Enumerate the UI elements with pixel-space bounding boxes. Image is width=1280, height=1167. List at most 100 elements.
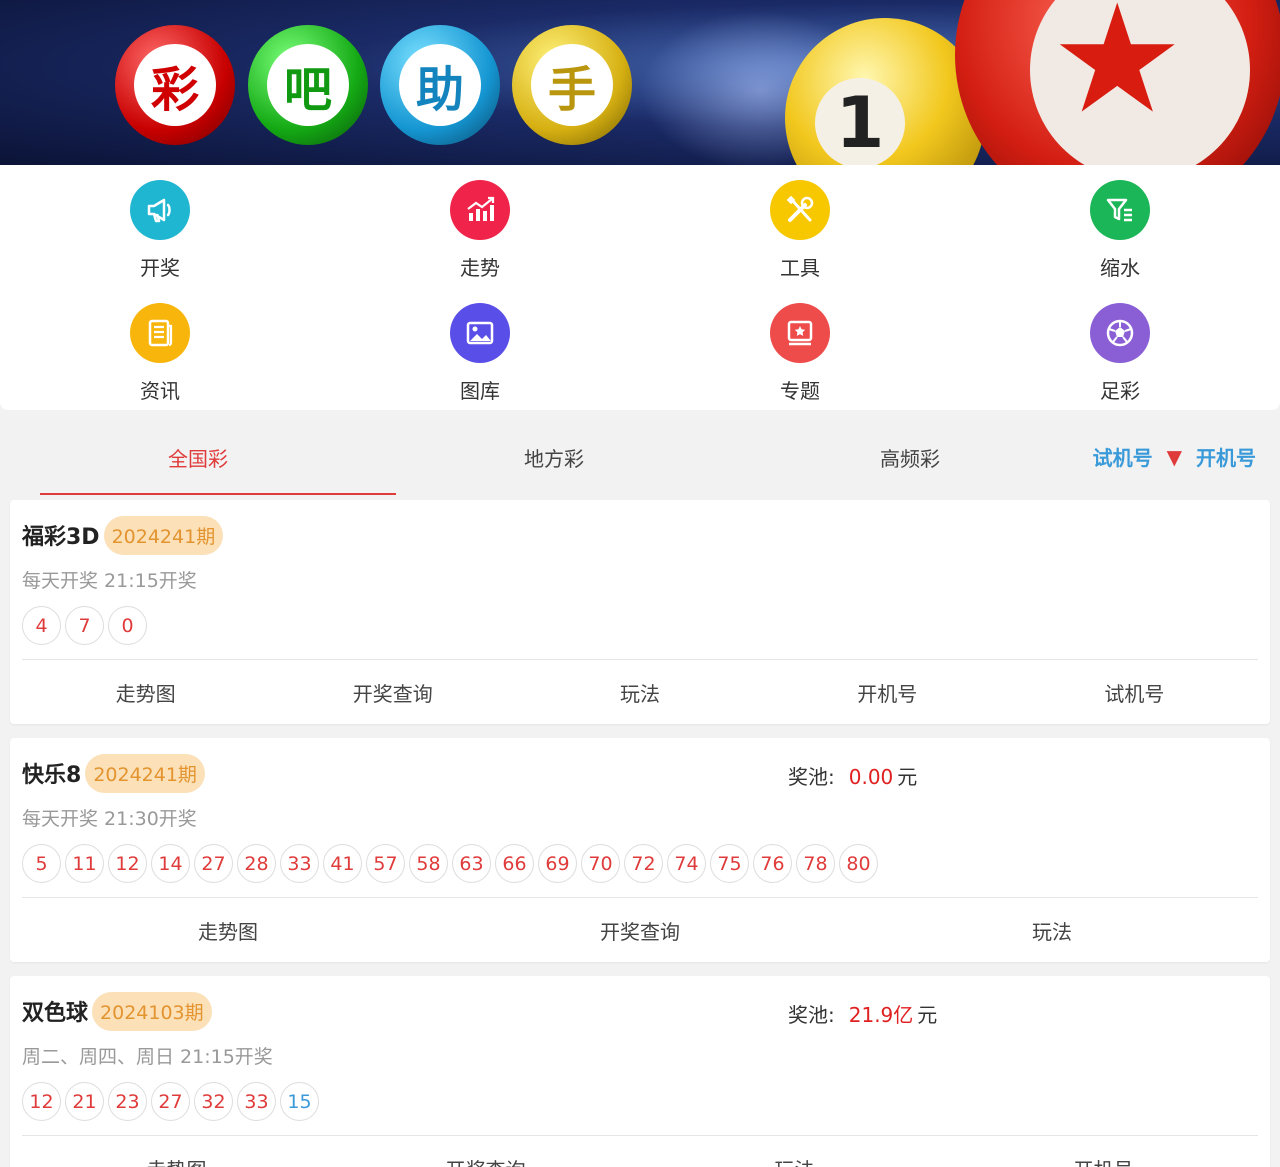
trend-chart-icon	[450, 180, 510, 240]
card-action-link[interactable]: 走势图	[22, 916, 434, 945]
menu-label: 工具	[780, 256, 820, 280]
diamond-icon: ▼	[1166, 444, 1182, 469]
banner-ball-cai-label: 彩	[134, 44, 216, 126]
banner-ball-zhu: 助	[380, 25, 500, 145]
news-icon	[130, 303, 190, 363]
red-number-ball: 11	[65, 844, 104, 883]
red-number-ball: 58	[409, 844, 448, 883]
number-balls: 12 21 23 27 32 33 15	[22, 1082, 1258, 1122]
menu-label: 缩水	[1100, 256, 1140, 280]
card-action-link[interactable]: 试机号	[1011, 678, 1258, 707]
open-number-link[interactable]: 开机号	[1196, 442, 1256, 471]
menu-label: 走势	[460, 256, 500, 280]
trial-number-link[interactable]: 试机号	[1093, 442, 1153, 471]
banner-red-ball: ★	[955, 0, 1280, 165]
menu-item-zhuanti[interactable]: 专题	[640, 303, 960, 425]
red-number-ball: 57	[366, 844, 405, 883]
gallery-icon	[450, 303, 510, 363]
red-number-ball: 75	[710, 844, 749, 883]
red-number-ball: 80	[839, 844, 878, 883]
banner-ball-ba: 吧	[248, 25, 368, 145]
red-number-ball: 74	[667, 844, 706, 883]
football-icon	[1090, 303, 1150, 363]
red-number-ball: 69	[538, 844, 577, 883]
lottery-name: 快乐8	[22, 763, 82, 788]
menu-label: 资讯	[140, 379, 180, 403]
prize-pool-amount: 0.00	[848, 765, 894, 789]
card-action-link[interactable]: 玩法	[640, 1154, 949, 1167]
red-number-ball: 12	[108, 844, 147, 883]
red-number-ball: 23	[108, 1082, 147, 1121]
red-number-ball: 33	[280, 844, 319, 883]
red-number-ball: 72	[624, 844, 663, 883]
blue-number-ball: 15	[280, 1082, 319, 1121]
quick-menu: 开奖 走势 工具 缩水 资讯 图库 专题 足彩	[0, 165, 1280, 410]
card-action-link[interactable]: 开奖查询	[269, 678, 516, 707]
card-action-link[interactable]: 开奖查询	[434, 916, 846, 945]
menu-item-gongju[interactable]: 工具	[640, 180, 960, 303]
prize-pool-unit: 元	[917, 1003, 938, 1027]
topic-icon	[770, 303, 830, 363]
lottery-tabs: 全国彩 地方彩 高频彩 试机号 ▼ 开机号	[0, 410, 1280, 500]
red-number-ball: 12	[22, 1082, 61, 1121]
lottery-name: 福彩3D	[22, 525, 100, 550]
menu-item-suoshui[interactable]: 缩水	[960, 180, 1280, 303]
card-action-link[interactable]: 开奖查询	[331, 1154, 640, 1167]
tab-national[interactable]: 全国彩	[0, 410, 376, 490]
draw-time: 每天开奖 21:30开奖	[22, 808, 197, 830]
card-action-link[interactable]: 走势图	[22, 678, 269, 707]
menu-item-tuku[interactable]: 图库	[320, 303, 640, 425]
lottery-name: 双色球	[22, 1001, 89, 1026]
top-banner: 彩 吧 助 手 1 ★	[0, 0, 1280, 165]
red-number-ball: 32	[194, 1082, 233, 1121]
number-balls: 5 11 12 14 27 28 33 41 57 58 63 66 69 70 72 74 75 76 78 80	[22, 844, 1258, 884]
red-number-ball: 63	[452, 844, 491, 883]
prize-pool-label: 奖池:	[788, 1003, 835, 1027]
menu-item-kaijiang[interactable]: 开奖	[0, 180, 320, 303]
red-number-ball: 28	[237, 844, 276, 883]
tab-local[interactable]: 地方彩	[376, 410, 732, 490]
menu-item-zoushi[interactable]: 走势	[320, 180, 640, 303]
prize-pool-unit: 元	[897, 765, 918, 789]
menu-item-zucai[interactable]: 足彩	[960, 303, 1280, 425]
menu-label: 专题	[780, 379, 820, 403]
issue-badge: 2024103期	[92, 991, 212, 1031]
draw-time: 周二、周四、周日 21:15开奖	[22, 1046, 273, 1068]
red-number-ball: 5	[22, 844, 61, 883]
banner-ball-shou: 手	[512, 25, 632, 145]
prize-pool: 奖池: 0.00 元	[788, 761, 917, 790]
banner-ball-cai: 彩	[115, 25, 235, 145]
tab-high-frequency[interactable]: 高频彩	[732, 410, 1088, 490]
filter-icon	[1090, 180, 1150, 240]
red-number-ball: 4	[22, 606, 61, 645]
red-number-ball: 21	[65, 1082, 104, 1121]
lottery-card-ssq: 双色球 2024103期 奖池: 21.9亿元 周二、周四、周日 21:15开奖 …	[10, 976, 1270, 1167]
lottery-card-kl8: 快乐8 2024241期 奖池: 0.00 元 每天开奖 21:30开奖 5 11 12…	[10, 738, 1270, 962]
red-number-ball: 0	[108, 606, 147, 645]
red-number-ball: 27	[151, 1082, 190, 1121]
banner-ball-ba-label: 吧	[267, 44, 349, 126]
banner-ball-zhu-label: 助	[399, 44, 481, 126]
card-action-link[interactable]: 玩法	[516, 678, 763, 707]
card-action-link[interactable]: 开机号	[764, 678, 1011, 707]
red-number-ball: 66	[495, 844, 534, 883]
draw-time: 每天开奖 21:15开奖	[22, 570, 197, 592]
menu-label: 开奖	[140, 256, 180, 280]
menu-label: 图库	[460, 379, 500, 403]
red-number-ball: 78	[796, 844, 835, 883]
card-head: 快乐8 2024241期 奖池: 0.00 元	[22, 752, 1258, 794]
red-number-ball: 41	[323, 844, 362, 883]
card-actions: 走势图开奖查询玩法开机号	[22, 1136, 1258, 1167]
lottery-card-fc3d: 福彩3D 2024241期 每天开奖 21:15开奖 470 走势图 开奖查询 玩法…	[10, 500, 1270, 724]
red-number-ball: 7	[65, 606, 104, 645]
red-number-ball: 70	[581, 844, 620, 883]
card-action-link[interactable]: 走势图	[22, 1154, 331, 1167]
red-number-ball: 76	[753, 844, 792, 883]
card-action-link[interactable]: 开机号	[949, 1154, 1258, 1167]
menu-item-zixun[interactable]: 资讯	[0, 303, 320, 425]
prize-pool-label: 奖池:	[788, 765, 835, 789]
card-action-link[interactable]: 玩法	[846, 916, 1258, 945]
banner-ball-shou-label: 手	[531, 44, 613, 126]
issue-badge: 2024241期	[85, 753, 205, 793]
card-head: 福彩3D 2024241期	[22, 514, 1258, 556]
